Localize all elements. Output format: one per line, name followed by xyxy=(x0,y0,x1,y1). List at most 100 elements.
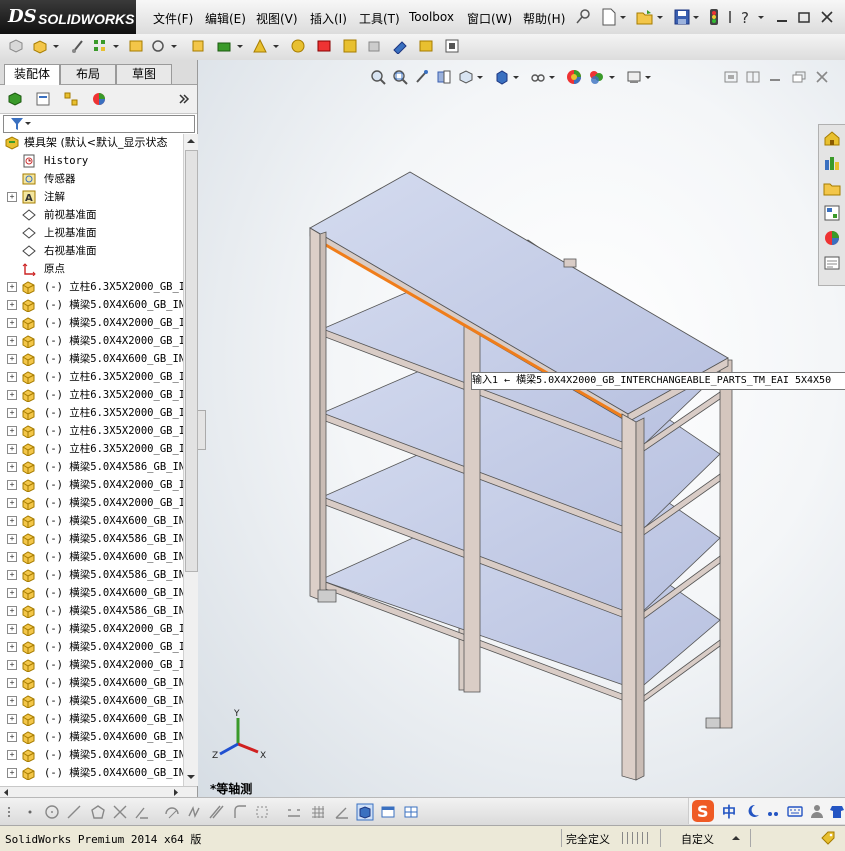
shaded-box-icon[interactable] xyxy=(356,803,374,821)
offset-icon[interactable] xyxy=(164,804,180,820)
keyboard-icon[interactable] xyxy=(787,803,803,819)
chevron-down-icon[interactable] xyxy=(170,38,178,54)
sogou-ime-icon[interactable]: S xyxy=(691,799,715,823)
expand-toggle-icon[interactable]: + xyxy=(7,750,17,760)
panel-splitter-handle[interactable] xyxy=(198,410,206,450)
scroll-left-icon[interactable] xyxy=(2,788,10,797)
tree-root[interactable]: 模具架 (默认<默认_显示状态 xyxy=(0,134,183,152)
tree-item[interactable]: + (-) 横梁5.0X4X600_GB_IN xyxy=(0,296,183,314)
tag-icon[interactable] xyxy=(820,830,836,846)
tree-item[interactable]: + (-) 横梁5.0X4X586_GB_IN xyxy=(0,566,183,584)
expand-toggle-icon[interactable]: + xyxy=(7,336,17,346)
menu-edit[interactable]: 编辑(E) xyxy=(205,10,246,27)
menu-help[interactable]: 帮助(H) xyxy=(523,10,565,27)
expand-toggle-icon[interactable]: + xyxy=(7,300,17,310)
bill-of-materials-icon[interactable] xyxy=(342,38,358,54)
fillet-icon[interactable] xyxy=(232,804,248,820)
tree-item[interactable]: 原点 xyxy=(0,260,183,278)
expand-toggle-icon[interactable]: + xyxy=(7,588,17,598)
expand-toggle-icon[interactable]: + xyxy=(7,354,17,364)
expand-toggle-icon[interactable]: + xyxy=(7,372,17,382)
polygon-icon[interactable] xyxy=(90,804,106,820)
tree-item[interactable]: + (-) 横梁5.0X4X2000_GB_I xyxy=(0,314,183,332)
tab-assembly[interactable]: 装配体 xyxy=(4,64,60,85)
window-split-icon[interactable] xyxy=(403,804,419,820)
explode-view-icon[interactable] xyxy=(216,38,232,54)
line-icon[interactable] xyxy=(66,804,82,820)
tree-item[interactable]: + (-) 横梁5.0X4X586_GB_IN xyxy=(0,530,183,548)
options-icon[interactable] xyxy=(726,8,734,26)
home-icon[interactable] xyxy=(823,129,841,147)
grid-icon[interactable] xyxy=(310,804,326,820)
menu-file[interactable]: 文件(F) xyxy=(153,10,193,27)
restore-icon[interactable] xyxy=(797,8,811,26)
rack-post[interactable] xyxy=(309,227,321,601)
chevron-down-icon[interactable] xyxy=(619,8,627,26)
menu-insert[interactable]: 插入(I) xyxy=(310,10,347,27)
custom-properties-icon[interactable] xyxy=(823,254,841,272)
expand-toggle-icon[interactable]: + xyxy=(7,606,17,616)
mate-icon[interactable] xyxy=(70,38,86,54)
expand-toggle-icon[interactable]: + xyxy=(7,318,17,328)
expand-toggle-icon[interactable]: + xyxy=(7,768,17,778)
close-icon[interactable] xyxy=(820,8,834,26)
scroll-down-icon[interactable] xyxy=(186,772,196,782)
moon-icon[interactable] xyxy=(745,803,761,819)
expand-toggle-icon[interactable]: + xyxy=(7,408,17,418)
status-custom-units[interactable]: 自定义 xyxy=(681,831,714,847)
scroll-thumb[interactable] xyxy=(185,150,198,572)
extend-icon[interactable] xyxy=(134,804,150,820)
convert-entities-icon[interactable] xyxy=(208,804,224,820)
instant3d-icon[interactable] xyxy=(392,38,408,54)
tree-item[interactable]: 传感器 xyxy=(0,170,183,188)
rack-post[interactable] xyxy=(463,313,481,693)
open-folder-icon[interactable] xyxy=(636,8,654,26)
angle-icon[interactable] xyxy=(334,804,350,820)
snapshot-icon[interactable] xyxy=(366,38,382,54)
expand-toggle-icon[interactable]: + xyxy=(7,678,17,688)
tree-item[interactable]: + (-) 立柱6.3X5X2000_GB_I xyxy=(0,386,183,404)
tree-item[interactable]: + (-) 立柱6.3X5X2000_GB_I xyxy=(0,422,183,440)
expand-toggle-icon[interactable]: + xyxy=(7,714,17,724)
help-icon[interactable]: ? xyxy=(738,8,756,26)
new-motion-study-icon[interactable] xyxy=(316,38,332,54)
expand-toggle-icon[interactable]: + xyxy=(7,426,17,436)
tree-item[interactable]: + A 注解 xyxy=(0,188,183,206)
minimize-icon[interactable] xyxy=(775,8,789,26)
chevron-down-icon[interactable] xyxy=(692,8,700,26)
new-document-icon[interactable] xyxy=(600,8,618,26)
tree-item[interactable]: + (-) 横梁5.0X4X600_GB_IN xyxy=(0,764,183,782)
expand-toggle-icon[interactable]: + xyxy=(7,660,17,670)
tree-item[interactable]: + (-) 横梁5.0X4X2000_GB_I xyxy=(0,638,183,656)
tree-item[interactable]: History xyxy=(0,152,183,170)
tree-item[interactable]: + (-) 横梁5.0X4X600_GB_IN xyxy=(0,674,183,692)
chevron-down-icon[interactable] xyxy=(52,38,60,54)
configuration-manager-icon[interactable] xyxy=(63,91,79,107)
tree-item[interactable]: + (-) 横梁5.0X4X600_GB_IN xyxy=(0,746,183,764)
chevron-down-icon[interactable] xyxy=(24,117,32,131)
tree-item[interactable]: + (-) 立柱6.3X5X2000_GB_I xyxy=(0,368,183,386)
tree-vertical-scrollbar[interactable] xyxy=(183,134,198,786)
chevron-down-icon[interactable] xyxy=(656,8,664,26)
large-assembly-icon[interactable] xyxy=(444,38,460,54)
tree-item[interactable]: + (-) 立柱6.3X5X2000_GB_I xyxy=(0,278,183,296)
insert-component-icon[interactable] xyxy=(32,38,48,54)
design-library-icon[interactable] xyxy=(823,154,841,172)
tree-item[interactable]: 前视基准面 xyxy=(0,206,183,224)
display-manager-icon[interactable] xyxy=(91,91,107,107)
chevron-up-icon[interactable] xyxy=(731,832,741,844)
expand-toggle-icon[interactable]: + xyxy=(7,570,17,580)
tree-item[interactable]: + (-) 横梁5.0X4X600_GB_IN xyxy=(0,350,183,368)
pin-icon[interactable] xyxy=(574,8,592,26)
menu-toolbox[interactable]: Toolbox xyxy=(409,10,454,24)
ime-language[interactable]: 中 xyxy=(722,802,736,822)
chevron-down-icon[interactable] xyxy=(757,8,765,26)
rack-post[interactable] xyxy=(621,413,637,781)
expand-toggle-icon[interactable]: + xyxy=(7,498,17,508)
reference-line-icon[interactable] xyxy=(286,804,302,820)
tree-item[interactable]: + (-) 横梁5.0X4X2000_GB_I xyxy=(0,476,183,494)
tree-item[interactable]: + (-) 横梁5.0X4X2000_GB_I xyxy=(0,656,183,674)
expand-toggle-icon[interactable]: + xyxy=(7,696,17,706)
expand-toggle-icon[interactable]: + xyxy=(7,732,17,742)
tree-item[interactable]: + (-) 横梁5.0X4X600_GB_IN xyxy=(0,710,183,728)
